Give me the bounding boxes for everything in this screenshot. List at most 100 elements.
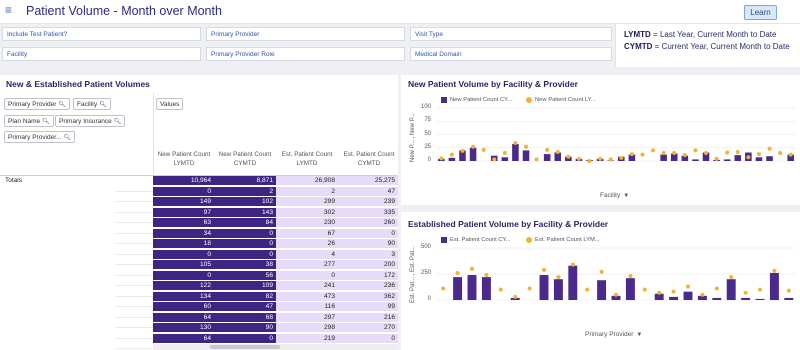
data-point[interactable] <box>714 286 719 291</box>
table-row[interactable]: 105 38 277 200 <box>0 260 398 269</box>
chevron-down-icon[interactable]: ▼ <box>636 332 642 338</box>
search-icon[interactable]: 🔍︎ <box>42 118 50 125</box>
search-icon[interactable]: 🔍︎ <box>63 134 71 141</box>
filter-medical-domain[interactable]: Medical Domain <box>410 47 612 61</box>
data-point[interactable] <box>599 269 604 274</box>
table-row[interactable]: 130 90 298 270 <box>0 323 398 332</box>
data-point[interactable] <box>470 266 474 271</box>
bar[interactable] <box>723 159 731 161</box>
bar[interactable] <box>766 156 773 161</box>
bar[interactable] <box>755 157 763 161</box>
data-point[interactable] <box>640 152 645 157</box>
bar[interactable] <box>453 277 463 300</box>
data-point[interactable] <box>471 144 476 149</box>
data-point[interactable] <box>455 270 460 275</box>
bar[interactable] <box>512 144 519 161</box>
search-icon[interactable]: 🔍︎ <box>99 101 107 108</box>
data-point[interactable] <box>513 294 518 299</box>
data-point[interactable] <box>672 151 677 156</box>
table-row[interactable]: 60 47 116 99 <box>0 302 398 311</box>
data-point[interactable] <box>542 267 546 272</box>
data-point[interactable] <box>566 154 571 159</box>
x-axis-title[interactable]: Facility ▼ <box>600 192 629 199</box>
filter-primary-provider-role[interactable]: Primary Provider Role <box>206 47 405 61</box>
data-point[interactable] <box>545 147 550 152</box>
bar[interactable] <box>553 279 563 300</box>
table-row[interactable]: 122 109 241 236 <box>0 281 398 290</box>
data-point[interactable] <box>772 268 777 273</box>
search-icon[interactable]: 🔍︎ <box>114 118 122 125</box>
data-point[interactable] <box>657 290 662 295</box>
bar[interactable] <box>597 280 607 300</box>
data-point[interactable] <box>502 151 507 156</box>
legend-item[interactable]: Est. Patient Count CY... <box>441 237 510 243</box>
filter-facility[interactable]: Facility <box>2 47 201 61</box>
data-point[interactable] <box>556 275 561 280</box>
data-point[interactable] <box>524 144 528 149</box>
table-row[interactable]: 64 0 219 0 <box>0 333 398 343</box>
data-point[interactable] <box>743 290 748 295</box>
data-point[interactable] <box>686 284 690 289</box>
bar[interactable] <box>660 154 667 161</box>
data-point[interactable] <box>758 287 762 292</box>
field-primary-provider[interactable]: Primary Provider 🔍︎ <box>4 98 71 110</box>
data-point[interactable] <box>439 156 444 161</box>
table-row[interactable]: 134 82 473 362 <box>0 291 398 301</box>
data-point[interactable] <box>725 150 730 155</box>
table-row[interactable]: 64 68 297 216 <box>0 312 398 322</box>
data-point[interactable] <box>598 156 603 161</box>
data-point[interactable] <box>460 148 465 153</box>
filter-visit-type[interactable]: Visit Type <box>410 27 612 41</box>
table-row[interactable]: 149 102 299 239 <box>0 197 398 206</box>
data-point[interactable] <box>608 157 613 162</box>
hamburger-menu-icon[interactable]: ≡ <box>5 4 17 16</box>
bar[interactable] <box>769 272 779 300</box>
legend-item[interactable]: New Patient Count LY... <box>526 97 596 103</box>
data-point[interactable] <box>628 274 633 279</box>
filter-primary-provider[interactable]: Primary Provider <box>206 27 405 41</box>
column-header[interactable]: Est. Patient Count CYMTD <box>338 150 400 168</box>
bar[interactable] <box>543 154 551 161</box>
data-point[interactable] <box>746 155 751 160</box>
column-header[interactable]: New Patient Count LYMTD <box>153 150 215 168</box>
field-primary-insurance[interactable]: Primary Insurance 🔍︎ <box>55 115 126 127</box>
data-point[interactable] <box>756 152 761 157</box>
bar[interactable] <box>625 278 635 300</box>
data-point[interactable] <box>788 152 793 157</box>
data-point[interactable] <box>651 148 656 153</box>
bar[interactable] <box>669 296 679 300</box>
data-point[interactable] <box>693 148 698 153</box>
bar[interactable] <box>692 159 699 161</box>
data-point[interactable] <box>671 289 676 294</box>
legend-item[interactable]: New Patient Count CY... <box>441 97 512 103</box>
data-point[interactable] <box>786 288 791 293</box>
data-point[interactable] <box>484 273 489 278</box>
data-point[interactable] <box>492 157 497 162</box>
data-point[interactable] <box>729 275 734 280</box>
bar[interactable] <box>755 298 765 300</box>
data-point[interactable] <box>527 286 532 291</box>
data-point[interactable] <box>682 153 687 158</box>
bar[interactable] <box>522 150 530 161</box>
data-point[interactable] <box>513 140 518 145</box>
table-row[interactable]: Totals 10,964 8,871 26,908 25,275 <box>0 176 398 185</box>
bar[interactable] <box>712 297 722 300</box>
data-point[interactable] <box>629 152 634 157</box>
bar[interactable] <box>448 157 456 161</box>
bar[interactable] <box>683 291 693 300</box>
data-point[interactable] <box>778 151 783 156</box>
data-point[interactable] <box>555 149 560 154</box>
x-axis-title[interactable]: Primary Provider ▼ <box>585 331 642 338</box>
data-point[interactable] <box>735 149 740 154</box>
bar[interactable] <box>741 297 751 300</box>
data-point[interactable] <box>614 292 618 297</box>
chevron-down-icon[interactable]: ▼ <box>623 193 629 199</box>
bar[interactable] <box>726 279 736 300</box>
learn-button[interactable]: Learn <box>744 5 777 20</box>
data-point[interactable] <box>441 286 446 291</box>
data-point[interactable] <box>585 287 590 292</box>
data-point[interactable] <box>449 152 454 157</box>
data-point[interactable] <box>714 156 719 161</box>
bar[interactable] <box>568 265 578 300</box>
data-point[interactable] <box>576 156 581 161</box>
